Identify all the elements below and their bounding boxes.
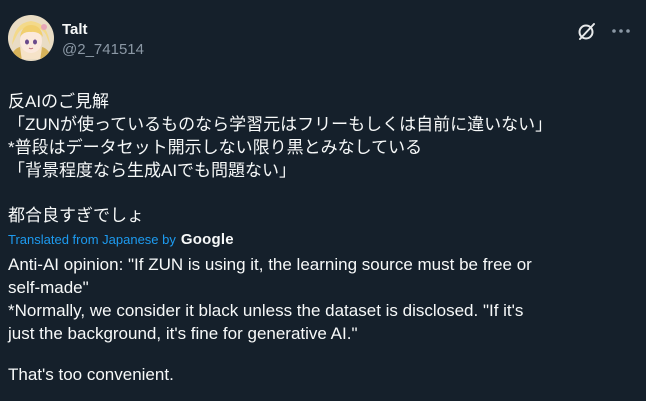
translation-line-3: *Normally, we consider it black unless t… bbox=[8, 301, 524, 320]
translation-line-4: just the background, it's fine for gener… bbox=[8, 324, 358, 343]
translation-line-5: That's too convenient. bbox=[8, 365, 174, 384]
user-handle[interactable]: @2_741514 bbox=[62, 39, 144, 60]
more-options-icon bbox=[612, 29, 630, 33]
translation-label: Translated from Japanese by bbox=[8, 232, 176, 247]
tweet: Talt @2_741514 反AIのご見解 「ZUNが使っているものなら学習元… bbox=[0, 0, 646, 401]
original-line-5: 都合良すぎでしょ bbox=[8, 206, 144, 225]
translation-line-2: self-made" bbox=[8, 278, 89, 297]
tweet-header: Talt @2_741514 bbox=[8, 14, 646, 66]
translation-attribution[interactable]: Translated from Japanese by Google bbox=[8, 231, 634, 249]
google-logo: Google bbox=[180, 231, 234, 248]
original-line-2: 「ZUNが使っているものなら学習元はフリーもしくは自前に違いない」 bbox=[8, 115, 553, 134]
author-names: Talt @2_741514 bbox=[62, 20, 144, 60]
grok-button[interactable] bbox=[576, 20, 598, 42]
more-options-button[interactable] bbox=[610, 20, 632, 42]
original-line-3: *普段はデータセット開示しない限り黒とみなしている bbox=[8, 138, 423, 157]
avatar[interactable] bbox=[8, 15, 54, 61]
translation-line-1: Anti-AI opinion: "If ZUN is using it, th… bbox=[8, 255, 532, 274]
anime-avatar-icon bbox=[8, 15, 54, 61]
original-line-1: 反AIのご見解 bbox=[8, 92, 110, 111]
original-line-4: 「背景程度なら生成AIでも問題ない」 bbox=[8, 161, 297, 180]
grok-icon bbox=[578, 23, 595, 40]
display-name[interactable]: Talt bbox=[62, 20, 144, 39]
tweet-body: 反AIのご見解 「ZUNが使っているものなら学習元はフリーもしくは自前に違いない… bbox=[8, 90, 646, 386]
